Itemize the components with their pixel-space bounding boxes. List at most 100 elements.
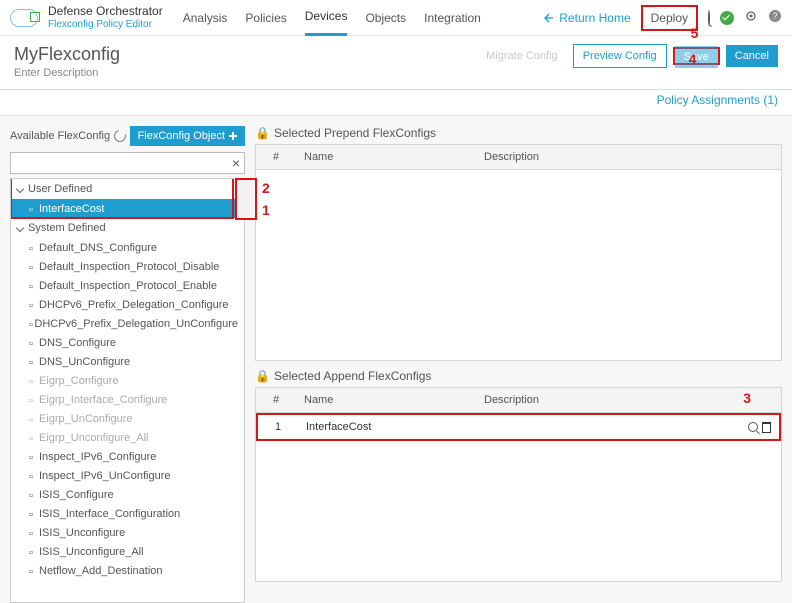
flexconfig-tree[interactable]: User Defined ▫InterfaceCost System Defin… bbox=[10, 178, 245, 603]
document-icon: ▫ bbox=[29, 471, 39, 481]
available-label: Available FlexConfig bbox=[10, 130, 110, 142]
search-box[interactable]: × bbox=[10, 152, 245, 174]
callout-5: 5 bbox=[691, 25, 699, 41]
document-icon: ▫ bbox=[29, 566, 39, 576]
tree-item-interfacecost[interactable]: ▫InterfaceCost bbox=[11, 199, 244, 218]
append-row-1[interactable]: 1 InterfaceCost bbox=[256, 413, 781, 441]
tree-item[interactable]: ▫ISIS_Configure bbox=[11, 485, 244, 504]
tree-item[interactable]: ▫Netflow_Add_Destination bbox=[11, 561, 244, 580]
document-icon: ▫ bbox=[29, 338, 39, 348]
tree-item[interactable]: ▫DHCPv6_Prefix_Delegation_Configure bbox=[11, 295, 244, 314]
chevron-down-icon bbox=[16, 224, 24, 232]
right-pane: 🔒 Selected Prepend FlexConfigs # Name Des… bbox=[255, 126, 782, 603]
help-icon[interactable]: ? bbox=[768, 9, 782, 26]
document-icon: ▫ bbox=[29, 300, 39, 310]
prepend-body bbox=[256, 170, 781, 360]
nav-integration[interactable]: Integration bbox=[424, 1, 481, 35]
prepend-title: Selected Prepend FlexConfigs bbox=[274, 126, 436, 140]
view-icon[interactable] bbox=[748, 422, 758, 432]
tree-item[interactable]: ▫DNS_UnConfigure bbox=[11, 352, 244, 371]
brand-sub: Flexconfig Policy Editor bbox=[48, 19, 163, 30]
document-icon: ▫ bbox=[29, 376, 39, 386]
main-area: Available FlexConfig FlexConfig Object ×… bbox=[0, 116, 792, 603]
delete-icon[interactable] bbox=[762, 422, 771, 433]
svg-text:?: ? bbox=[772, 11, 777, 21]
row-desc bbox=[478, 421, 739, 433]
cisco-cloud-logo bbox=[10, 6, 42, 30]
brand-name: Defense Orchestrator bbox=[48, 5, 163, 18]
document-icon: ▫ bbox=[29, 528, 39, 538]
deploy-button[interactable]: Deploy bbox=[641, 5, 698, 31]
row-num: 1 bbox=[258, 415, 298, 439]
nav-objects[interactable]: Objects bbox=[365, 1, 406, 35]
tree-item[interactable]: ▫ISIS_Unconfigure_All bbox=[11, 542, 244, 561]
save-highlight-box: Save 4 bbox=[673, 47, 720, 65]
tree-item[interactable]: ▫Eigrp_Configure bbox=[11, 371, 244, 390]
col-name: Name bbox=[296, 388, 476, 412]
tree-item[interactable]: ▫Eigrp_Unconfigure_All bbox=[11, 428, 244, 447]
preview-button[interactable]: Preview Config bbox=[573, 44, 667, 68]
group-system-defined[interactable]: System Defined bbox=[11, 218, 244, 238]
policy-assignments-link[interactable]: Policy Assignments (1) bbox=[657, 93, 778, 107]
status-ok-icon[interactable] bbox=[720, 11, 734, 25]
tree-item[interactable]: ▫Default_DNS_Configure bbox=[11, 238, 244, 257]
prepend-table: # Name Description bbox=[255, 144, 782, 361]
tree-item[interactable]: ▫Default_Inspection_Protocol_Enable bbox=[11, 276, 244, 295]
document-icon: ▫ bbox=[29, 204, 39, 214]
tree-item[interactable]: ▫Default_Inspection_Protocol_Disable bbox=[11, 257, 244, 276]
search-icon[interactable] bbox=[708, 11, 710, 25]
refresh-icon[interactable] bbox=[112, 128, 128, 144]
append-title: Selected Append FlexConfigs bbox=[274, 369, 431, 383]
policy-description[interactable]: Enter Description bbox=[14, 67, 120, 79]
cancel-button[interactable]: Cancel bbox=[726, 45, 778, 67]
settings-gear-icon[interactable] bbox=[744, 9, 758, 26]
topbar: Defense Orchestrator Flexconfig Policy E… bbox=[0, 0, 792, 36]
append-arrow-box[interactable] bbox=[235, 178, 257, 220]
tree-item[interactable]: ▫DHCPv6_Prefix_Delegation_UnConfigure bbox=[11, 314, 244, 333]
col-desc: Description bbox=[476, 145, 741, 169]
document-icon: ▫ bbox=[29, 433, 39, 443]
document-icon: ▫ bbox=[29, 509, 39, 519]
lock-icon: 🔒 bbox=[255, 369, 270, 383]
return-home-label: Return Home bbox=[559, 11, 630, 25]
callout-4: 4 bbox=[689, 51, 697, 67]
policy-header: MyFlexconfig Enter Description Migrate C… bbox=[0, 36, 792, 90]
callout-3: 3 bbox=[743, 390, 751, 406]
document-icon: ▫ bbox=[29, 281, 39, 291]
return-home-link[interactable]: Return Home bbox=[544, 11, 631, 25]
nav-analysis[interactable]: Analysis bbox=[183, 1, 228, 35]
lock-icon: 🔒 bbox=[255, 126, 270, 140]
document-icon: ▫ bbox=[29, 414, 39, 424]
document-icon: ▫ bbox=[29, 490, 39, 500]
tree-item[interactable]: ▫Inspect_IPv6_UnConfigure bbox=[11, 466, 244, 485]
document-icon: ▫ bbox=[29, 243, 39, 253]
tree-item[interactable]: ▫ISIS_Unconfigure bbox=[11, 523, 244, 542]
append-table: # Name Description 3 1 InterfaceCost bbox=[255, 387, 782, 582]
group-user-defined[interactable]: User Defined bbox=[11, 179, 244, 199]
policy-title: MyFlexconfig bbox=[14, 44, 120, 65]
document-icon: ▫ bbox=[29, 357, 39, 367]
col-desc: Description bbox=[476, 388, 741, 412]
nav-devices[interactable]: Devices bbox=[305, 0, 348, 36]
document-icon: ▫ bbox=[29, 452, 39, 462]
tree-item[interactable]: ▫Inspect_IPv6_Configure bbox=[11, 447, 244, 466]
document-icon: ▫ bbox=[29, 395, 39, 405]
sidebar: Available FlexConfig FlexConfig Object ×… bbox=[10, 126, 245, 603]
document-icon: ▫ bbox=[29, 547, 39, 557]
search-input[interactable] bbox=[15, 156, 232, 170]
nav-policies[interactable]: Policies bbox=[245, 1, 286, 35]
tree-item[interactable]: ▫DNS_Configure bbox=[11, 333, 244, 352]
col-name: Name bbox=[296, 145, 476, 169]
nav-right: Return Home Deploy 5 ? bbox=[544, 9, 782, 26]
callout-2: 2 bbox=[262, 180, 270, 196]
brand: Defense Orchestrator Flexconfig Policy E… bbox=[48, 5, 163, 29]
col-num: # bbox=[256, 388, 296, 412]
row-name: InterfaceCost bbox=[298, 415, 478, 439]
add-flexconfig-button[interactable]: FlexConfig Object bbox=[130, 126, 245, 146]
tree-item[interactable]: ▫ISIS_Interface_Configuration bbox=[11, 504, 244, 523]
tree-item[interactable]: ▫Eigrp_UnConfigure bbox=[11, 409, 244, 428]
callout-1: 1 bbox=[262, 202, 270, 218]
clear-search-icon[interactable]: × bbox=[232, 155, 240, 171]
tree-item[interactable]: ▫Eigrp_Interface_Configure bbox=[11, 390, 244, 409]
assignments-row: Policy Assignments (1) bbox=[0, 90, 792, 116]
